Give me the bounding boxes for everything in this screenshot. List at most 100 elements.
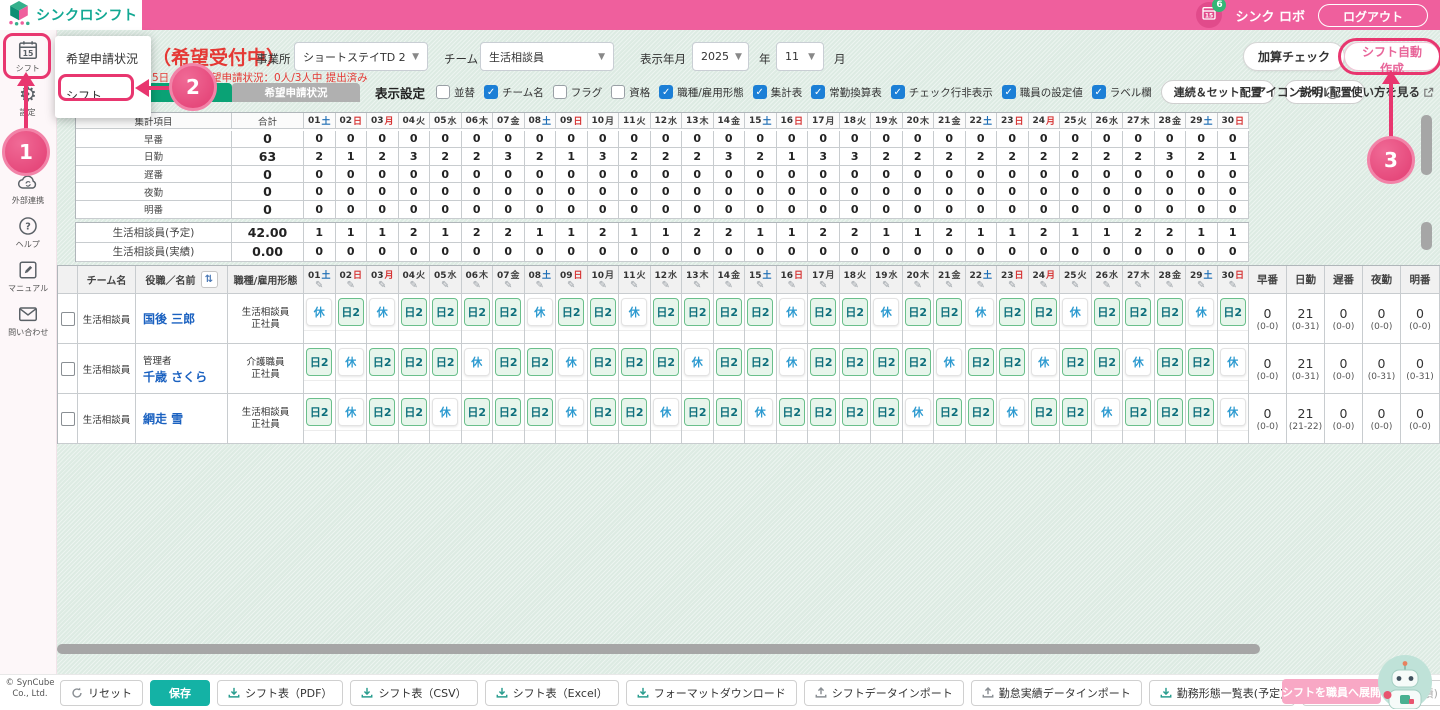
edit-day-icon[interactable]: ✎ bbox=[567, 281, 575, 291]
shift-chip-work[interactable]: 日2 bbox=[999, 298, 1026, 326]
display-option-team-name[interactable]: ✓ チーム名 bbox=[484, 85, 544, 100]
shift-chip-rest[interactable]: 休 bbox=[936, 348, 963, 376]
shift-chip-rest[interactable]: 休 bbox=[369, 298, 396, 326]
shift-chip-work[interactable]: 日2 bbox=[904, 348, 931, 376]
display-option-fte[interactable]: ✓ 常勤換算表 bbox=[811, 85, 882, 100]
team-select[interactable]: 生活相談員 ▼ bbox=[480, 42, 614, 71]
edit-day-icon[interactable]: ✎ bbox=[977, 281, 985, 291]
display-option-flag[interactable]: フラグ bbox=[552, 85, 602, 100]
edit-day-icon[interactable]: ✎ bbox=[378, 281, 386, 291]
shift-chip-rest[interactable]: 休 bbox=[1188, 298, 1215, 326]
edit-day-icon[interactable]: ✎ bbox=[788, 281, 796, 291]
edit-day-icon[interactable]: ✎ bbox=[1071, 281, 1079, 291]
display-option-job-type[interactable]: ✓ 職種/雇用形態 bbox=[659, 85, 744, 100]
shift-chip-work[interactable]: 日2 bbox=[747, 298, 774, 326]
edit-day-icon[interactable]: ✎ bbox=[536, 281, 544, 291]
edit-day-icon[interactable]: ✎ bbox=[945, 281, 953, 291]
edit-day-icon[interactable]: ✎ bbox=[599, 281, 607, 291]
shift-chip-work[interactable]: 日2 bbox=[589, 298, 616, 326]
edit-day-icon[interactable]: ✎ bbox=[851, 281, 859, 291]
shift-chip-work[interactable]: 日2 bbox=[810, 348, 837, 376]
footer-button-save[interactable]: 保存 bbox=[150, 680, 210, 706]
shift-chip-rest[interactable]: 休 bbox=[432, 398, 459, 426]
shift-chip-rest[interactable]: 休 bbox=[1030, 348, 1057, 376]
edit-day-icon[interactable]: ✎ bbox=[662, 281, 670, 291]
shift-chip-work[interactable]: 日2 bbox=[1093, 298, 1120, 326]
shift-chip-rest[interactable]: 休 bbox=[747, 398, 774, 426]
shift-chip-work[interactable]: 日2 bbox=[400, 398, 427, 426]
shift-chip-work[interactable]: 日2 bbox=[841, 348, 868, 376]
row-checkbox[interactable] bbox=[60, 311, 75, 326]
edit-day-icon[interactable]: ✎ bbox=[441, 281, 449, 291]
shift-chip-rest[interactable]: 休 bbox=[967, 298, 994, 326]
shift-chip-rest[interactable]: 休 bbox=[1062, 298, 1089, 326]
shift-chip-work[interactable]: 日2 bbox=[684, 298, 711, 326]
edit-day-icon[interactable]: ✎ bbox=[1008, 281, 1016, 291]
shift-chip-work[interactable]: 日2 bbox=[1125, 398, 1152, 426]
shift-chip-work[interactable]: 日2 bbox=[1030, 298, 1057, 326]
footer-button-attendance-import[interactable]: 勤怠実績データインポート bbox=[970, 680, 1142, 706]
footer-button-excel[interactable]: シフト表（Excel） bbox=[484, 680, 619, 706]
year-select[interactable]: 2025 ▼ bbox=[692, 42, 749, 71]
shift-chip-rest[interactable]: 休 bbox=[652, 398, 679, 426]
display-option-sort[interactable]: 並替 bbox=[436, 85, 475, 100]
shift-chip-rest[interactable]: 休 bbox=[526, 298, 553, 326]
shift-chip-work[interactable]: 日2 bbox=[400, 298, 427, 326]
shift-chip-rest[interactable]: 休 bbox=[778, 348, 805, 376]
shift-chip-work[interactable]: 日2 bbox=[999, 348, 1026, 376]
sort-icon[interactable]: ⇅ bbox=[200, 271, 218, 288]
shift-chip-rest[interactable]: 休 bbox=[621, 298, 648, 326]
shift-chip-work[interactable]: 日2 bbox=[873, 398, 900, 426]
staff-name-link[interactable]: 国後 三郎 bbox=[143, 310, 195, 327]
footer-button-reset[interactable]: リセット bbox=[60, 680, 143, 706]
shift-chip-work[interactable]: 日2 bbox=[810, 298, 837, 326]
shift-chip-work[interactable]: 日2 bbox=[936, 298, 963, 326]
edit-day-icon[interactable]: ✎ bbox=[1103, 281, 1111, 291]
edit-day-icon[interactable]: ✎ bbox=[914, 281, 922, 291]
shift-chip-rest[interactable]: 休 bbox=[873, 298, 900, 326]
shift-chip-work[interactable]: 日2 bbox=[621, 398, 648, 426]
edit-day-icon[interactable]: ✎ bbox=[504, 281, 512, 291]
shift-chip-work[interactable]: 日2 bbox=[1030, 398, 1057, 426]
edit-day-icon[interactable]: ✎ bbox=[347, 281, 355, 291]
shift-chip-work[interactable]: 日2 bbox=[873, 348, 900, 376]
tab-request-status[interactable]: 希望申請状況 bbox=[232, 83, 360, 102]
shift-chip-work[interactable]: 日2 bbox=[1156, 348, 1183, 376]
shift-chip-work[interactable]: 日2 bbox=[1093, 348, 1120, 376]
office-select[interactable]: ショートステイTD 2 ▼ bbox=[294, 42, 428, 71]
shift-chip-rest[interactable]: 休 bbox=[778, 298, 805, 326]
shift-chip-work[interactable]: 日2 bbox=[589, 398, 616, 426]
shift-chip-work[interactable]: 日2 bbox=[684, 398, 711, 426]
edit-day-icon[interactable]: ✎ bbox=[1166, 281, 1174, 291]
shift-chip-work[interactable]: 日2 bbox=[589, 348, 616, 376]
addition-check-button[interactable]: 加算チェック bbox=[1243, 42, 1346, 71]
logout-button[interactable]: ログアウト bbox=[1317, 3, 1428, 27]
shift-chip-work[interactable]: 日2 bbox=[652, 348, 679, 376]
shift-chip-work[interactable]: 日2 bbox=[495, 348, 522, 376]
edit-day-icon[interactable]: ✎ bbox=[1040, 281, 1048, 291]
shift-chip-rest[interactable]: 休 bbox=[463, 348, 490, 376]
row-checkbox[interactable] bbox=[60, 411, 75, 426]
shift-chip-work[interactable]: 日2 bbox=[967, 348, 994, 376]
footer-button-shift-import[interactable]: シフトデータインポート bbox=[803, 680, 964, 706]
row-checkbox[interactable] bbox=[60, 361, 75, 376]
display-option-staff-setting[interactable]: ✓ 職員の設定値 bbox=[1001, 85, 1083, 100]
shift-chip-work[interactable]: 日2 bbox=[400, 348, 427, 376]
shift-chip-work[interactable]: 日2 bbox=[1188, 398, 1215, 426]
shift-chip-rest[interactable]: 休 bbox=[999, 398, 1026, 426]
shift-chip-work[interactable]: 日2 bbox=[936, 398, 963, 426]
footer-button-pdf[interactable]: シフト表（PDF） bbox=[217, 680, 344, 706]
sidebar-item-help[interactable]: ? ヘルプ bbox=[0, 210, 56, 254]
display-option-qualification[interactable]: 資格 bbox=[611, 85, 650, 100]
shift-chip-work[interactable]: 日2 bbox=[558, 298, 585, 326]
shift-chip-work[interactable]: 日2 bbox=[1062, 348, 1089, 376]
shift-chip-work[interactable]: 日2 bbox=[1188, 348, 1215, 376]
shift-chip-rest[interactable]: 休 bbox=[1219, 398, 1246, 426]
shift-chip-work[interactable]: 日2 bbox=[778, 398, 805, 426]
shift-chip-work[interactable]: 日2 bbox=[1156, 298, 1183, 326]
menu-item-request-status[interactable]: 希望申請状況 bbox=[55, 40, 151, 77]
staffing-vertical-scrollbar[interactable] bbox=[1421, 222, 1432, 250]
shift-chip-work[interactable]: 日2 bbox=[1219, 298, 1246, 326]
footer-button-workstyle-plan[interactable]: 勤務形態一覧表(予定) bbox=[1148, 680, 1296, 706]
shift-chip-work[interactable]: 日2 bbox=[1156, 398, 1183, 426]
